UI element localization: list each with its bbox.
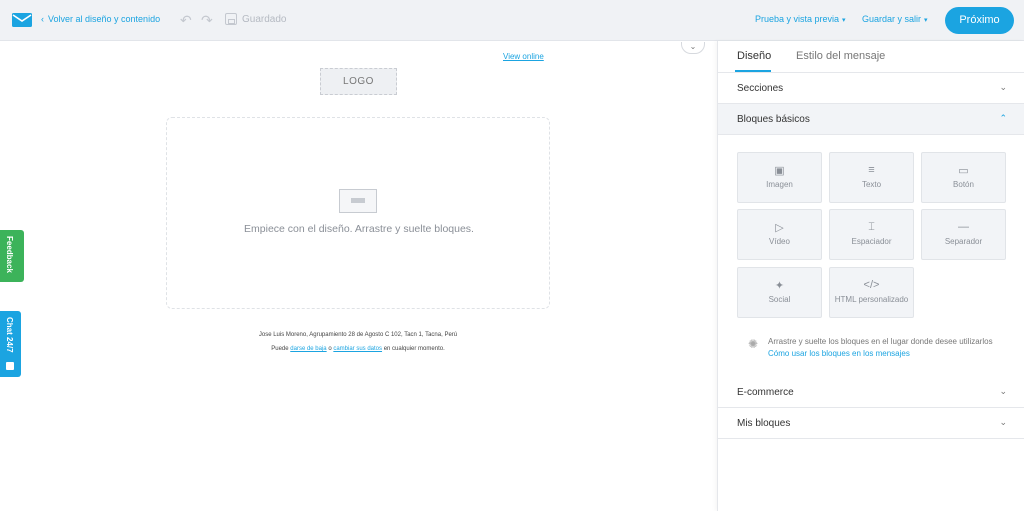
block-spacer[interactable]: ⌶ Espaciador [829,209,914,260]
right-panel: Diseño Estilo del mensaje Secciones ⌄ Bl… [717,41,1024,511]
change-data-link[interactable]: cambiar sus datos [333,346,382,352]
block-label: Social [768,295,791,304]
preview-menu-label: Prueba y vista previa [755,14,840,24]
chevron-down-icon: ⌄ [999,386,1007,396]
email-canvas: ⌄ View online LOGO Empiece con el diseño… [0,41,717,511]
block-label: HTML personalizado [834,295,909,304]
caret-down-icon: ▾ [924,17,928,24]
block-separator[interactable]: — Separador [921,209,1006,260]
social-icon: ✦ [774,280,785,292]
feedback-tab[interactable]: Feedback [0,230,24,282]
block-drop-area[interactable]: Empiece con el diseño. Arrastre y suelte… [166,117,550,309]
section-label: Bloques básicos [737,114,810,125]
block-button[interactable]: ▭ Botón [921,152,1006,203]
block-label: Vídeo [769,237,790,246]
logo-placeholder[interactable]: LOGO [320,68,397,95]
back-link-label: Volver al diseño y contenido [48,14,161,24]
chevron-down-icon: ⌄ [999,82,1007,92]
block-social[interactable]: ✦ Social [737,267,822,318]
image-icon: ▣ [774,165,785,177]
block-label: Botón [953,180,974,189]
block-label: Texto [861,180,882,189]
blocks-help-link[interactable]: Cómo usar los bloques en los mensajes [768,349,910,358]
next-button[interactable]: Próximo [945,7,1014,34]
chat-bubble-icon [6,362,14,370]
chevron-down-icon: ⌄ [999,417,1007,427]
chat-tab-label: Chat 24/7 [5,317,14,353]
view-online-link[interactable]: View online [503,52,544,61]
section-my-blocks[interactable]: Mis bloques ⌄ [718,408,1024,439]
block-image[interactable]: ▣ Imagen [737,152,822,203]
footer-suffix: en cualquier momento. [383,346,445,352]
panel-tabs: Diseño Estilo del mensaje [718,41,1024,73]
footer-or: o [328,346,332,352]
save-exit-menu[interactable]: Guardar y salir ▾ [862,14,928,24]
button-icon: ▭ [958,165,969,177]
feedback-tab-label: Feedback [5,236,14,273]
block-placeholder-icon [339,189,377,213]
section-label: E-commerce [737,387,794,398]
blocks-hint-text: Arrastre y suelte los bloques en el luga… [768,337,993,346]
text-icon: ≡ [868,164,875,176]
top-bar: ‹ Volver al diseño y contenido ↶ ↷ Guard… [0,0,1024,41]
lightbulb-icon: ✺ [748,337,759,351]
chevron-down-icon[interactable]: ⌄ [681,42,705,54]
footer-address: Jose Luis Moreno, Agrupamiento 28 de Ago… [258,332,458,338]
section-label: Secciones [737,83,784,94]
block-text[interactable]: ≡ Texto [829,152,914,203]
undo-icon[interactable]: ↶ [180,12,196,28]
drop-hint-text: Empiece con el diseño. Arrastre y suelte… [244,223,474,235]
block-video[interactable]: ▷ Vídeo [737,209,822,260]
separator-icon: — [958,221,969,233]
saved-status: Guardado [242,14,287,25]
redo-icon[interactable]: ↷ [201,12,217,28]
section-secciones[interactable]: Secciones ⌄ [718,73,1024,104]
chevron-up-icon: ⌃ [999,113,1007,123]
preview-menu[interactable]: Prueba y vista previa ▾ [755,14,846,24]
block-custom-html[interactable]: </> HTML personalizado [829,267,914,318]
section-ecommerce[interactable]: E-commerce ⌄ [718,377,1024,408]
envelope-logo-icon[interactable] [12,12,32,28]
back-to-design-link[interactable]: ‹ Volver al diseño y contenido [41,14,160,24]
block-label: Imagen [766,180,793,189]
section-basic-blocks[interactable]: Bloques básicos ⌃ [718,104,1024,135]
footer-unsubscribe-line: Puede darse de baja o cambiar sus datos … [166,346,550,352]
section-label: Mis bloques [737,418,791,429]
save-exit-menu-label: Guardar y salir [862,14,922,24]
unsubscribe-link[interactable]: darse de baja [290,346,326,352]
active-tab-indicator [735,70,771,72]
footer-prefix: Puede [271,346,289,352]
chat-tab[interactable]: Chat 24/7 [0,311,21,377]
caret-down-icon: ▾ [842,17,846,24]
spacer-icon: ⌶ [868,221,875,233]
save-icon [225,13,237,25]
tab-message-style[interactable]: Estilo del mensaje [796,50,885,62]
code-icon: </> [863,279,880,291]
chevron-left-icon: ‹ [41,14,44,24]
video-icon: ▷ [775,222,784,234]
block-label: Espaciador [851,237,892,246]
tab-design[interactable]: Diseño [737,50,771,62]
block-label: Separador [944,237,983,246]
